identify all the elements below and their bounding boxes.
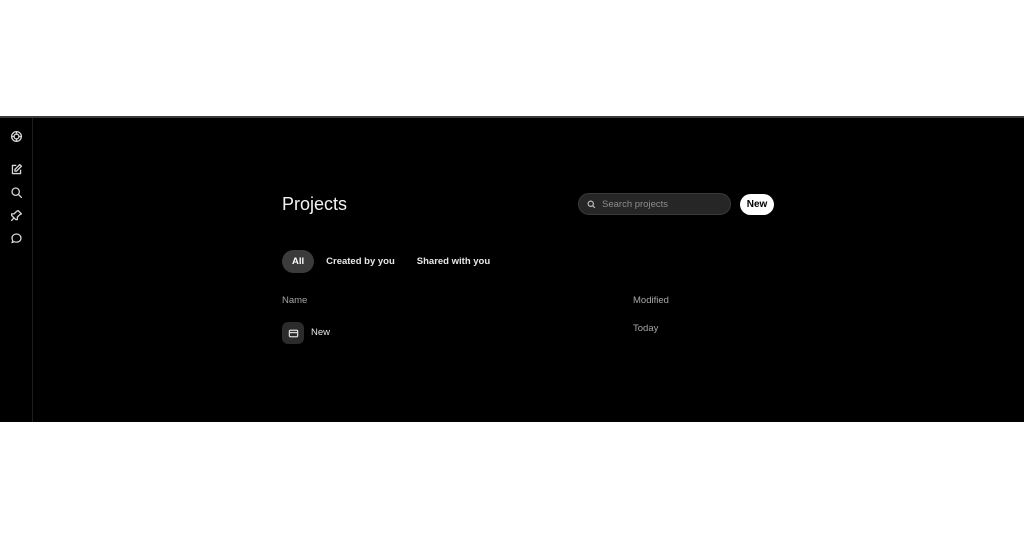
tab-created-by-you[interactable]: Created by you <box>316 250 405 273</box>
search-input[interactable] <box>602 198 722 210</box>
new-project-button[interactable]: New <box>740 194 774 215</box>
project-modified: Today <box>633 323 659 334</box>
main-content: Projects New All Created by you Shared w… <box>33 118 1024 422</box>
page-title: Projects <box>282 194 348 214</box>
new-chat-icon[interactable] <box>6 159 26 179</box>
pin-icon[interactable] <box>6 205 26 225</box>
tab-shared-with-you[interactable]: Shared with you <box>407 250 500 273</box>
logo-icon[interactable] <box>6 126 26 146</box>
project-name: New <box>311 327 331 338</box>
chat-icon[interactable] <box>6 228 26 248</box>
filter-tabs: All Created by you Shared with you <box>282 250 502 273</box>
left-rail <box>0 118 33 422</box>
search-icon[interactable] <box>6 182 26 202</box>
table-row[interactable]: New <box>282 322 682 344</box>
folder-icon <box>282 322 304 344</box>
app-window: Projects New All Created by you Shared w… <box>0 116 1024 422</box>
tab-all[interactable]: All <box>282 250 315 273</box>
column-header-name[interactable]: Name <box>282 295 307 306</box>
search-icon <box>587 200 596 208</box>
column-header-modified[interactable]: Modified <box>633 295 669 306</box>
search-box[interactable] <box>578 193 731 215</box>
